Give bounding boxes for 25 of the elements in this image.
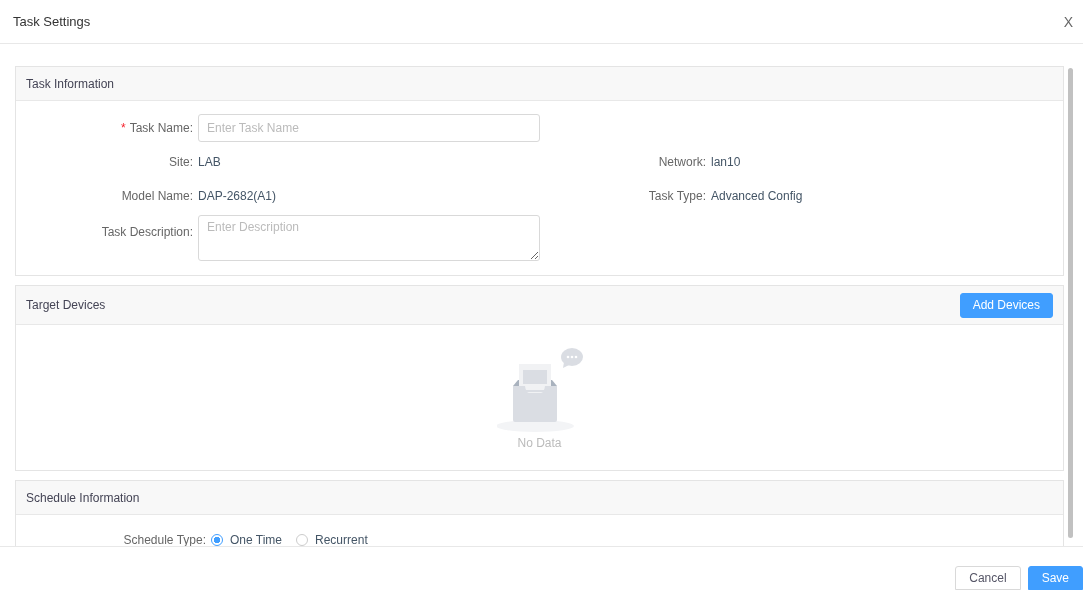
scrollbar[interactable] xyxy=(1068,68,1073,538)
radio-option[interactable]: Recurrent xyxy=(296,533,368,546)
field-value: lan10 xyxy=(711,155,741,169)
section-title: Task Information xyxy=(26,76,115,91)
field-label: Network: xyxy=(658,155,706,169)
field-label: Task Description: xyxy=(101,225,193,239)
section-title: Schedule Information xyxy=(26,490,140,505)
empty-state-text: No Data xyxy=(517,435,562,450)
task-name-input[interactable]: Enter Task Name xyxy=(198,114,540,142)
radio-option[interactable]: One Time xyxy=(211,533,283,546)
close-button[interactable]: X xyxy=(1059,11,1077,32)
field-label: Task Name: xyxy=(129,121,193,135)
field-value: Advanced Config xyxy=(711,189,803,203)
cancel-button[interactable]: Cancel xyxy=(955,566,1021,590)
section-title: Target Devices xyxy=(26,298,106,312)
dialog-title: Task Settings xyxy=(13,14,91,29)
field-value: DAP-2682(A1) xyxy=(198,189,277,203)
required-mark: * xyxy=(120,121,126,135)
field-label: Schedule Type: xyxy=(123,533,206,546)
field-label: Site: xyxy=(169,155,193,169)
empty-inbox-icon xyxy=(496,345,583,434)
field-label: Task Type: xyxy=(648,189,706,203)
task-description-input[interactable]: Enter Description xyxy=(198,215,540,261)
field-label: Model Name: xyxy=(121,189,193,203)
field-value: LAB xyxy=(198,155,221,169)
